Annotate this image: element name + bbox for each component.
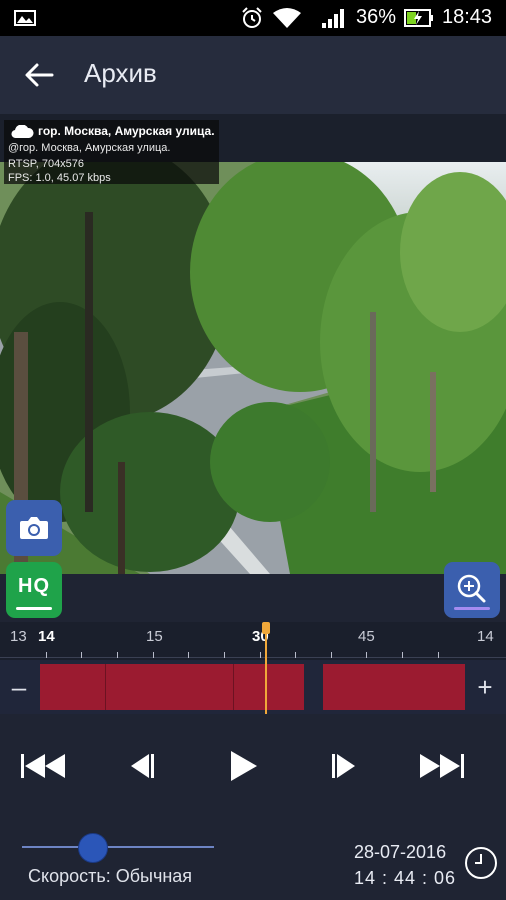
play-button[interactable] (213, 744, 273, 788)
speed-label: Скорость: Обычная (28, 866, 193, 886)
timeline-label: 14 (38, 628, 55, 645)
stream-stats: FPS: 1.0, 45.07 kbps (8, 172, 111, 184)
speed-slider-track[interactable] (22, 846, 214, 848)
timeline-tick (117, 652, 118, 658)
alarm-icon (242, 7, 262, 28)
camera-video-frame[interactable] (0, 162, 506, 574)
status-bar: 36% 18:43 (0, 0, 506, 36)
battery-percent: 36% (356, 6, 397, 28)
skip-to-end-button[interactable] (412, 744, 472, 788)
timeline-tick (81, 652, 82, 658)
timeline-tick (46, 652, 47, 658)
play-icon (231, 751, 257, 781)
timeline-tick (331, 652, 332, 658)
timeline-tick (366, 652, 367, 658)
zoom-indicator (454, 607, 490, 610)
skip-to-start-button[interactable] (13, 744, 73, 788)
timeline-label: 45 (358, 628, 375, 645)
archive-time[interactable]: 14 : 44 : 06 (354, 868, 456, 889)
hq-indicator (16, 607, 52, 610)
camera-subtitle: @гор. Москва, Амурская улица. (8, 142, 171, 154)
archive-timeline[interactable]: 13 14 15 30 45 14 – + (0, 622, 506, 714)
playback-controls (0, 714, 506, 824)
camera-name: гор. Москва, Амурская улица. (38, 124, 215, 138)
back-arrow-icon[interactable] (22, 60, 56, 90)
playhead-handle[interactable] (262, 622, 270, 634)
timeline-tick (295, 652, 296, 658)
recording-track[interactable] (0, 660, 506, 714)
timeline-tick (260, 652, 261, 658)
zoom-button[interactable] (444, 562, 500, 618)
archive-date[interactable]: 28-07-2016 (354, 842, 446, 863)
cloud-icon (11, 125, 34, 139)
timeline-zoom-in-button[interactable]: + (470, 672, 500, 702)
timeline-ruler (0, 657, 506, 658)
camera-info-overlay: гор. Москва, Амурская улица. @гор. Москв… (4, 120, 219, 184)
clock-icon[interactable] (464, 846, 498, 880)
gallery-icon (14, 10, 36, 26)
bottom-bar: Скорость: Обычная 28-07-2016 14 : 44 : 0… (0, 824, 506, 900)
step-back-icon (131, 754, 154, 778)
timeline-tick (224, 652, 225, 658)
camera-icon (20, 517, 48, 539)
segment-divider (233, 664, 234, 710)
playhead-cursor[interactable] (265, 624, 267, 714)
clock-time: 18:43 (442, 6, 493, 28)
segment-divider (105, 664, 106, 710)
speed-slider-thumb[interactable] (78, 833, 108, 863)
step-back-button[interactable] (112, 744, 172, 788)
hq-toggle-button[interactable]: HQ (6, 562, 62, 618)
stream-info: RTSP, 704x576 (8, 158, 85, 170)
signal-icon (322, 9, 344, 28)
timeline-tick (438, 652, 439, 658)
skip-forward-icon (420, 754, 464, 778)
timeline-tick (153, 652, 154, 658)
timeline-tick (402, 652, 403, 658)
timeline-tick (188, 652, 189, 658)
timeline-label: 13 (10, 628, 27, 645)
recording-segment[interactable] (323, 664, 465, 710)
app-bar: Архив (0, 36, 506, 114)
step-forward-icon (332, 754, 355, 778)
timeline-label: 14 (477, 628, 494, 645)
timeline-zoom-out-button[interactable]: – (4, 672, 34, 702)
snapshot-button[interactable] (6, 500, 62, 556)
video-player[interactable]: гор. Москва, Амурская улица. @гор. Москв… (0, 114, 506, 574)
page-title: Архив (84, 58, 157, 88)
step-forward-button[interactable] (314, 744, 374, 788)
battery-charging-icon (404, 9, 433, 27)
skip-back-icon (21, 754, 65, 778)
timeline-label: 15 (146, 628, 163, 645)
wifi-icon (273, 8, 301, 28)
hq-label: HQ (18, 575, 50, 597)
